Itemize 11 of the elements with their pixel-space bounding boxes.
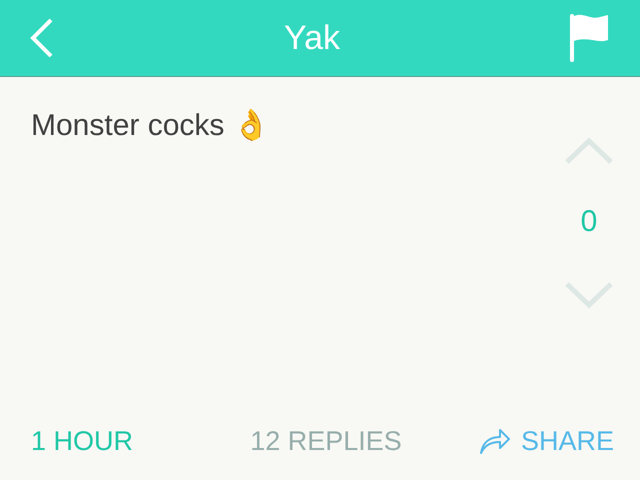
share-icon (478, 427, 511, 455)
upvote-button[interactable] (564, 137, 614, 165)
vote-count: 0 (580, 205, 598, 239)
post-time: 1 HOUR (31, 426, 134, 456)
post-text: Monster cocks 👌 (31, 108, 271, 143)
back-button[interactable] (30, 18, 54, 58)
share-link[interactable]: SHARE (478, 426, 614, 456)
downvote-button[interactable] (564, 281, 614, 309)
flag-button[interactable] (570, 14, 610, 62)
screen-title: Yak (284, 18, 340, 58)
replies-count: 12 REPLIES (250, 426, 402, 456)
